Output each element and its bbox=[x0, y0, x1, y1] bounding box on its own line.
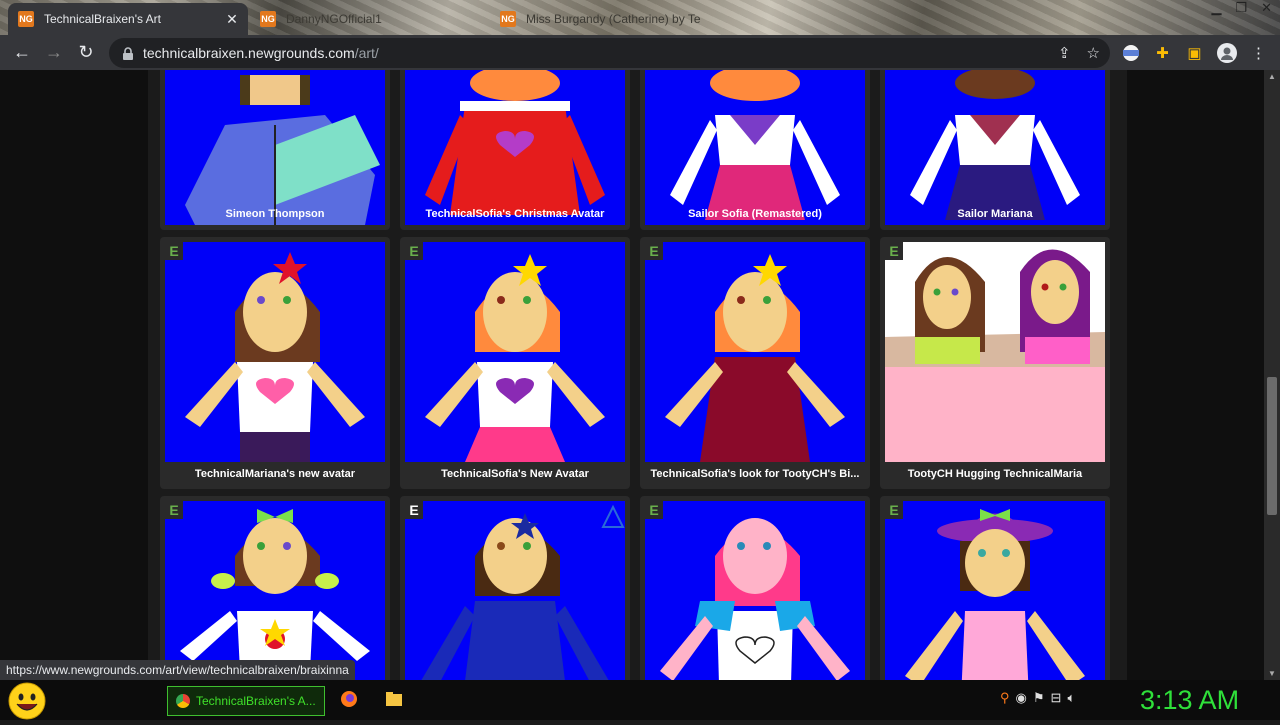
restore-icon[interactable]: ❐ bbox=[1235, 0, 1247, 16]
tab-miss-burgandy[interactable]: NG Miss Burgandy (Catherine) by Te bbox=[490, 3, 710, 35]
art-card-mariana-new-avatar[interactable]: E TechnicalMariana's new avatar bbox=[160, 237, 390, 489]
bookmark-star-icon[interactable]: ☆ bbox=[1087, 44, 1100, 62]
scroll-up-icon[interactable]: ▲ bbox=[1268, 72, 1276, 81]
art-thumbnail[interactable] bbox=[405, 242, 625, 462]
profile-flag-icon[interactable] bbox=[1120, 42, 1141, 63]
art-title[interactable]: Sailor Mariana bbox=[880, 208, 1110, 220]
page-viewport: Simeon Thompson TechnicalSofia's Christm… bbox=[0, 70, 1264, 680]
lock-icon[interactable] bbox=[121, 46, 135, 60]
scrollbar-thumb[interactable] bbox=[1267, 377, 1277, 515]
art-thumbnail[interactable] bbox=[645, 70, 865, 225]
rating-e-badge: E bbox=[165, 242, 183, 260]
forward-icon[interactable]: → bbox=[38, 37, 70, 69]
rating-e-badge: E bbox=[165, 501, 183, 519]
art-card-sofia-look-tootych[interactable]: E TechnicalSofia's look for TootyCH's Bi… bbox=[640, 237, 870, 489]
art-title[interactable]: TechnicalSofia's New Avatar bbox=[400, 468, 630, 480]
close-window-icon[interactable]: ✕ bbox=[1261, 0, 1272, 16]
extensions-icon[interactable]: ✚ bbox=[1152, 42, 1173, 63]
share-icon[interactable]: ⇪ bbox=[1058, 44, 1071, 62]
tab-title: DannyNGOfficial1 bbox=[286, 12, 382, 26]
menu-icon[interactable]: ⋮ bbox=[1248, 42, 1269, 63]
rating-e-badge: E bbox=[405, 242, 423, 260]
taskbar-chrome-window[interactable]: TechnicalBraixen's A... bbox=[167, 686, 325, 716]
action-center-flag-icon[interactable]: ⚑ bbox=[1033, 690, 1045, 706]
art-thumbnail[interactable] bbox=[165, 70, 385, 225]
newgrounds-favicon-icon: NG bbox=[260, 11, 276, 27]
tray-app-icon[interactable]: ◉ bbox=[1016, 690, 1027, 706]
newgrounds-favicon-icon: NG bbox=[18, 11, 34, 27]
art-thumbnail[interactable] bbox=[645, 242, 865, 462]
address-bar[interactable]: technicalbraixen.newgrounds.com/art/ ⇪ ☆ bbox=[109, 38, 1110, 68]
browser-toolbar: ← → ↻ technicalbraixen.newgrounds.com/ar… bbox=[0, 35, 1280, 70]
rating-e-badge: E bbox=[405, 501, 423, 519]
art-thumbnail[interactable] bbox=[885, 70, 1105, 225]
scroll-down-icon[interactable]: ▼ bbox=[1268, 669, 1276, 678]
taskbar-clock[interactable]: 3:13 AM bbox=[1140, 684, 1246, 716]
art-title[interactable]: TechnicalSofia's Christmas Avatar bbox=[400, 208, 630, 220]
art-thumbnail[interactable] bbox=[165, 242, 385, 462]
page-scrollbar[interactable]: ▲ ▼ bbox=[1264, 70, 1280, 680]
system-tray: ⚲ ◉ ⚑ ⊟ 🔈︎ bbox=[1000, 690, 1075, 706]
tab-title: Miss Burgandy (Catherine) by Te bbox=[526, 12, 701, 26]
side-panel-icon[interactable]: ▣ bbox=[1184, 42, 1205, 63]
art-title[interactable]: TootyCH Hugging TechnicalMaria bbox=[880, 468, 1110, 480]
art-card-simeon-thompson[interactable]: Simeon Thompson bbox=[160, 70, 390, 230]
art-gallery: Simeon Thompson TechnicalSofia's Christm… bbox=[148, 70, 1127, 680]
status-url-preview: https://www.newgrounds.com/art/view/tech… bbox=[0, 660, 355, 680]
art-card-row3-2[interactable]: E bbox=[400, 496, 630, 680]
close-tab-icon[interactable]: ✕ bbox=[222, 11, 242, 28]
art-card-sailor-mariana[interactable]: Sailor Mariana bbox=[880, 70, 1110, 230]
minimize-icon[interactable]: ▁ bbox=[1211, 0, 1221, 16]
rating-e-badge: E bbox=[645, 242, 663, 260]
reload-icon[interactable]: ↻ bbox=[70, 37, 102, 69]
newgrounds-favicon-icon: NG bbox=[500, 11, 516, 27]
art-card-row3-4[interactable]: E bbox=[880, 496, 1110, 680]
file-explorer-icon[interactable] bbox=[385, 690, 403, 713]
art-thumbnail[interactable] bbox=[165, 501, 385, 680]
back-icon[interactable]: ← bbox=[6, 37, 38, 69]
art-card-sofia-christmas[interactable]: TechnicalSofia's Christmas Avatar bbox=[400, 70, 630, 230]
window-controls: ▁ ❐ ✕ bbox=[1211, 0, 1272, 16]
volume-icon[interactable]: 🔈︎ bbox=[1067, 690, 1075, 706]
art-thumbnail[interactable] bbox=[645, 501, 865, 680]
url-text: technicalbraixen.newgrounds.com/art/ bbox=[143, 45, 379, 61]
rating-e-badge: E bbox=[645, 501, 663, 519]
art-title[interactable]: Simeon Thompson bbox=[160, 208, 390, 220]
start-button-smiley-icon[interactable] bbox=[8, 682, 46, 720]
tab-technicalbraixen-art[interactable]: NG TechnicalBraixen's Art ✕ bbox=[8, 3, 248, 35]
search-icon[interactable]: ⚲ bbox=[1000, 690, 1010, 706]
rating-e-badge: E bbox=[885, 242, 903, 260]
art-card-sailor-sofia[interactable]: Sailor Sofia (Remastered) bbox=[640, 70, 870, 230]
art-card-tootych-hugging[interactable]: E TootyCH Hugging TechnicalMaria bbox=[880, 237, 1110, 489]
profile-avatar-icon[interactable] bbox=[1216, 42, 1237, 63]
chrome-icon bbox=[176, 694, 190, 708]
art-thumbnail[interactable] bbox=[885, 242, 1105, 462]
tab-title: TechnicalBraixen's Art bbox=[44, 12, 162, 26]
art-title[interactable]: TechnicalMariana's new avatar bbox=[160, 468, 390, 480]
rating-e-badge: E bbox=[885, 501, 903, 519]
art-thumbnail[interactable] bbox=[405, 501, 625, 680]
art-title[interactable]: TechnicalSofia's look for TootyCH's Bi..… bbox=[640, 468, 870, 480]
art-thumbnail[interactable] bbox=[405, 70, 625, 225]
art-card-sofia-new-avatar[interactable]: E TechnicalSofia's New Avatar bbox=[400, 237, 630, 489]
network-icon[interactable]: ⊟ bbox=[1051, 690, 1062, 706]
art-thumbnail[interactable] bbox=[885, 501, 1105, 680]
art-card-row3-1[interactable]: E bbox=[160, 496, 390, 680]
art-title[interactable]: Sailor Sofia (Remastered) bbox=[640, 208, 870, 220]
tab-strip: NG TechnicalBraixen's Art ✕ NG DannyNGOf… bbox=[0, 0, 1280, 35]
firefox-icon[interactable] bbox=[340, 690, 358, 713]
tab-dannyngofficial[interactable]: NG DannyNGOfficial1 bbox=[250, 3, 486, 35]
art-card-row3-3[interactable]: E bbox=[640, 496, 870, 680]
